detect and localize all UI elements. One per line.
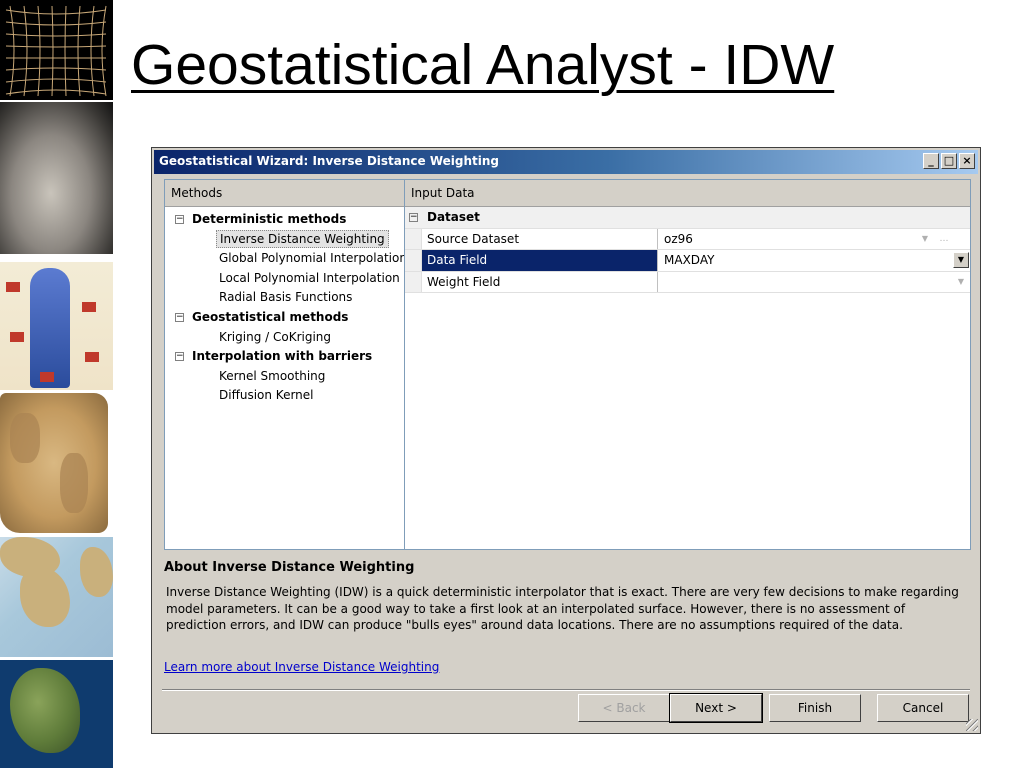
weight-field-row[interactable]: Weight Field ▼ bbox=[405, 271, 970, 293]
geostatistical-wizard-dialog: Geostatistical Wizard: Inverse Distance … bbox=[151, 147, 981, 734]
about-description: Inverse Distance Weighting (IDW) is a qu… bbox=[166, 585, 959, 632]
property-name: Weight Field bbox=[421, 271, 657, 292]
collapse-icon[interactable]: − bbox=[175, 215, 184, 224]
resize-grip-icon[interactable] bbox=[966, 719, 978, 731]
method-kernel-smoothing[interactable]: Kernel Smoothing bbox=[169, 367, 404, 387]
dialog-titlebar[interactable]: Geostatistical Wizard: Inverse Distance … bbox=[154, 150, 978, 174]
dataset-category-row[interactable]: − Dataset bbox=[405, 207, 970, 229]
clay-tablet-map-image bbox=[0, 102, 113, 254]
next-button[interactable]: Next > bbox=[669, 693, 763, 723]
method-global-polynomial[interactable]: Global Polynomial Interpolation bbox=[169, 249, 407, 269]
dialog-title: Geostatistical Wizard: Inverse Distance … bbox=[159, 154, 500, 168]
minimize-button[interactable]: _ bbox=[923, 153, 939, 169]
source-dataset-value[interactable]: oz96 ▼… bbox=[657, 228, 949, 249]
data-field-value[interactable]: MAXDAY ▼ bbox=[657, 250, 970, 271]
category-label: Dataset bbox=[427, 210, 480, 224]
greece-map-image bbox=[0, 537, 113, 657]
group-label: Geostatistical methods bbox=[192, 309, 349, 324]
group-label: Interpolation with barriers bbox=[192, 349, 373, 364]
ellipsis-icon[interactable]: … bbox=[936, 231, 952, 247]
tree-group-geostatistical[interactable]: − Geostatistical methods bbox=[169, 308, 404, 328]
grid-map-drawing bbox=[5, 5, 107, 97]
chevron-down-icon[interactable]: ▼ bbox=[953, 252, 969, 268]
parchment-map-image bbox=[0, 393, 108, 533]
weight-field-value[interactable]: ▼ bbox=[657, 271, 970, 292]
tree-group-deterministic[interactable]: − Deterministic methods bbox=[169, 210, 404, 230]
method-diffusion-kernel[interactable]: Diffusion Kernel bbox=[169, 386, 404, 406]
collapse-icon[interactable]: − bbox=[175, 352, 184, 362]
chevron-down-icon[interactable]: ▼ bbox=[917, 231, 933, 247]
method-radial-basis[interactable]: Radial Basis Functions bbox=[169, 288, 404, 308]
maximize-button[interactable]: □ bbox=[941, 153, 957, 169]
collapse-icon[interactable]: − bbox=[409, 213, 418, 222]
finish-button[interactable]: Finish bbox=[769, 694, 861, 722]
methods-tree: − Deterministic methods Inverse Distance … bbox=[165, 207, 407, 406]
methods-panel: Methods − Deterministic methods Inverse D… bbox=[164, 179, 407, 550]
source-dataset-row[interactable]: Source Dataset oz96 ▼… bbox=[405, 228, 970, 250]
property-name: Data Field bbox=[421, 250, 657, 271]
method-local-polynomial[interactable]: Local Polynomial Interpolation bbox=[169, 269, 404, 289]
methods-header: Methods bbox=[165, 180, 404, 207]
about-title: About Inverse Distance Weighting bbox=[164, 560, 415, 575]
method-kriging[interactable]: Kriging / CoKriging bbox=[169, 328, 404, 348]
data-field-row[interactable]: Data Field MAXDAY ▼ bbox=[405, 250, 970, 272]
collapse-icon[interactable]: − bbox=[175, 312, 184, 322]
method-idw[interactable]: Inverse Distance Weighting bbox=[169, 229, 404, 250]
tree-group-barriers[interactable]: − Interpolation with barriers bbox=[169, 347, 404, 367]
button-separator bbox=[162, 689, 970, 691]
back-button[interactable]: < Back bbox=[578, 694, 670, 722]
window-controls: _ □ × bbox=[923, 153, 975, 169]
input-data-panel: Input Data − Dataset Source Dataset oz96 ▼… bbox=[404, 179, 971, 550]
slide-title: Geostatistical Analyst - IDW bbox=[131, 33, 835, 97]
map-thumbnail-strip bbox=[0, 0, 113, 768]
cancel-button[interactable]: Cancel bbox=[877, 694, 969, 722]
chevron-down-icon[interactable]: ▼ bbox=[953, 274, 969, 290]
medieval-map-image bbox=[0, 262, 113, 390]
grid-map-image bbox=[0, 0, 113, 100]
input-data-header: Input Data bbox=[405, 180, 970, 207]
learn-more-link[interactable]: Learn more about Inverse Distance Weight… bbox=[164, 660, 439, 674]
group-label: Deterministic methods bbox=[192, 212, 347, 226]
property-name: Source Dataset bbox=[421, 228, 657, 249]
north-america-globe-image bbox=[0, 660, 113, 768]
close-button[interactable]: × bbox=[959, 153, 975, 169]
